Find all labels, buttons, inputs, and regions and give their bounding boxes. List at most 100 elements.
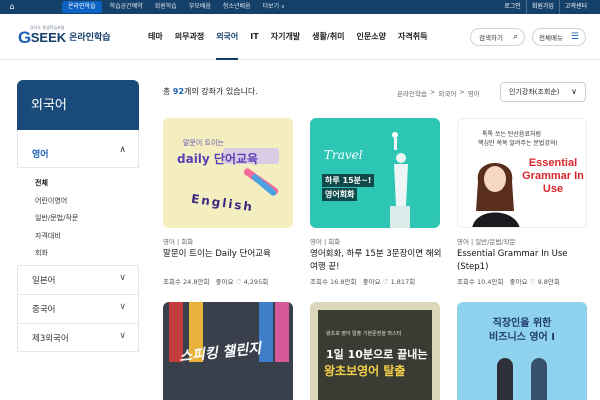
thumb-text: 핵심만 쏙쏙 알려주는 문법강의! [478,140,558,147]
course-stats: 조회수 16.8만회 좋아요 ♡ 1,817회 [310,276,415,286]
course-card[interactable]: 말문이 트이는 daily 단어교육 English [163,118,293,228]
view-count: 조회수 24.8만회 [163,278,210,286]
view-count: 조회수 16.8만회 [310,278,357,286]
nav-it[interactable]: IT [250,14,258,60]
submenu-all[interactable]: 전체 [35,175,78,193]
thumb-text: 직장인을 위한 [492,318,552,329]
course-card[interactable]: 스피킹 챌린지 [163,302,293,400]
nav-life-hobby[interactable]: 생활/취미 [312,14,344,60]
statue-of-liberty-illustration [390,132,410,228]
course-thumbnail[interactable]: 톡톡 쏘는 탄산음료처럼 핵심만 쏙쏙 알려주는 문법강의! Essential… [457,118,587,228]
businessman-illustration [497,358,513,400]
sidebar-item-label: 제3외국어 [32,334,69,344]
nav-humanities[interactable]: 인문소양 [357,14,386,60]
like-count: 1,817회 [390,278,416,286]
course-thumbnail[interactable]: 왕초보 영어 탈출 기본문장을 마스터 1일 10분으로 끝내는 왕초보영어 탈… [310,302,440,400]
sort-value: 인기강좌(조회순) [509,88,560,96]
course-count: 총 92개의 강좌가 있습니다. [163,86,258,97]
sidebar-item-english[interactable]: 영어 ∧ [17,130,139,168]
site-header: 경기도 평생학습포털 G SEEK 온라인학습 테마 의무과정 외국어 IT 자… [0,14,600,60]
site-tab-space-reservation[interactable]: 학습공간예약 [104,0,149,14]
thumb-text: English [190,191,255,215]
login-link[interactable]: 로그인 [499,0,526,14]
logo-seek: SEEK [30,30,67,45]
breadcrumb-item[interactable]: 외국어 [438,88,456,98]
course-category: 영어 | 회화 [310,238,341,246]
chevron-down-icon: ∨ [119,331,126,341]
breadcrumb-separator: > [429,88,436,96]
likes-label: 좋아요 [509,278,528,286]
course-thumbnail[interactable]: Travel 하루 15분~! 영어회화 [310,118,440,228]
course-title[interactable]: 영어회화, 하루 15분 3문장이면 해외여행 끝! [310,248,442,274]
course-thumbnail[interactable]: 말문이 트이는 daily 단어교육 English [163,118,293,228]
view-count: 조회수 10.4만회 [457,278,504,286]
businessman-illustration [531,358,547,400]
all-menu-button[interactable]: 전체메뉴 ☰ [532,28,586,46]
likes-label: 좋아요 [362,278,381,286]
sidebar-item-japanese[interactable]: 일본어 ∨ [17,265,139,294]
breadcrumb: 온라인학습 > 외국어 > 영어 [397,88,483,98]
like-count: 4,295회 [243,278,269,286]
sidebar-header: 외국어 [17,80,139,130]
support-link[interactable]: 고객센터 [558,0,592,14]
likes-label: 좋아요 [215,278,234,286]
all-menu-label: 전체메뉴 [539,34,563,42]
heart-icon: ♡ [235,278,242,286]
thumb-text: Travel [324,148,363,162]
account-links: 로그인 회원가입 고객센터 [499,0,592,14]
search-button[interactable]: 검색하기 ⌕ [470,28,525,46]
logo-subtitle: 경기도 평생학습포털 [30,25,65,30]
submenu-conversation[interactable]: 회화 [35,245,78,263]
site-tabs: 온라인학습 학습공간예약 회원학습 부모배움 청소년배움 더보기 ∨ [60,0,291,14]
main-nav: 테마 의무과정 외국어 IT 자기개발 생활/취미 인문소양 자격취득 [148,14,439,60]
course-card[interactable]: Travel 하루 15분~! 영어회화 [310,118,440,228]
sign-shape [275,302,289,362]
more-label: 더보기 [262,3,280,10]
sidebar-submenu: 전체 어린이영어 일반/문법/작문 자격대비 회화 [35,175,78,263]
chevron-up-icon: ∧ [119,145,126,155]
breadcrumb-item[interactable]: 온라인학습 [397,88,427,98]
course-card[interactable]: 톡톡 쏘는 탄산음료처럼 핵심만 쏙쏙 알려주는 문법강의! Essential… [457,118,587,228]
sidebar-item-label: 중국어 [32,305,56,315]
nav-certification[interactable]: 자격취득 [398,14,427,60]
course-card[interactable]: 왕초보 영어 탈출 기본문장을 마스터 1일 10분으로 끝내는 왕초보영어 탈… [310,302,440,400]
course-stats: 조회수 24.8만회 좋아요 ♡ 4,295회 [163,276,268,286]
like-count: 9.8만회 [537,278,560,286]
nav-foreign-language[interactable]: 외국어 [216,14,239,60]
breadcrumb-item: 영어 [467,90,480,98]
site-tab-parent[interactable]: 부모배움 [183,0,217,14]
course-category: 영어 | 회화 [163,238,194,246]
site-tab-online-learning[interactable]: 온라인학습 [62,1,102,13]
nav-mandatory[interactable]: 의무과정 [175,14,204,60]
site-tab-more[interactable]: 더보기 ∨ [257,0,291,14]
nav-theme[interactable]: 테마 [148,14,163,60]
thumb-text: 말문이 트이는 [183,139,224,147]
course-card[interactable]: 직장인을 위한 비즈니스 영어 I [457,302,587,400]
logo-online-learning: 온라인학습 [69,33,111,43]
sidebar-item-label: 일본어 [32,276,56,286]
course-title[interactable]: 말문이 트이는 Daily 단어교육 [163,248,295,261]
signup-link[interactable]: 회원가입 [525,0,559,14]
submenu-kids-english[interactable]: 어린이영어 [35,193,78,211]
sidebar-item-third-language[interactable]: 제3외국어 ∨ [17,323,139,352]
thumb-text: daily 단어교육 [177,152,259,166]
course-title[interactable]: Essential Grammar In Use (Step1) [457,248,591,274]
heart-icon: ♡ [529,278,536,286]
nav-self-development[interactable]: 자기개발 [271,14,300,60]
utility-bar: ⌂ 온라인학습 학습공간예약 회원학습 부모배움 청소년배움 더보기 ∨ 로그인… [0,0,600,14]
logo-g: G [18,28,31,47]
sort-select[interactable]: 인기강좌(조회순) ∨ [500,82,586,102]
search-label: 검색하기 [479,34,503,42]
submenu-grammar[interactable]: 일반/문법/작문 [35,210,78,228]
course-thumbnail[interactable]: 스피킹 챌린지 [163,302,293,400]
submenu-certification[interactable]: 자격대비 [35,228,78,246]
home-icon[interactable]: ⌂ [7,2,17,12]
gseek-logo[interactable]: 경기도 평생학습포털 G SEEK 온라인학습 [18,25,111,48]
thumb-text: 1일 10분으로 끝내는 [326,348,428,361]
count-number: 92 [172,87,185,96]
site-tab-member-learning[interactable]: 회원학습 [149,0,183,14]
site-tab-youth[interactable]: 청소년배움 [217,0,257,14]
course-category: 영어 | 일반/문법/작문 [457,238,516,246]
sidebar-item-chinese[interactable]: 중국어 ∨ [17,294,139,323]
course-thumbnail[interactable]: 직장인을 위한 비즈니스 영어 I [457,302,587,400]
